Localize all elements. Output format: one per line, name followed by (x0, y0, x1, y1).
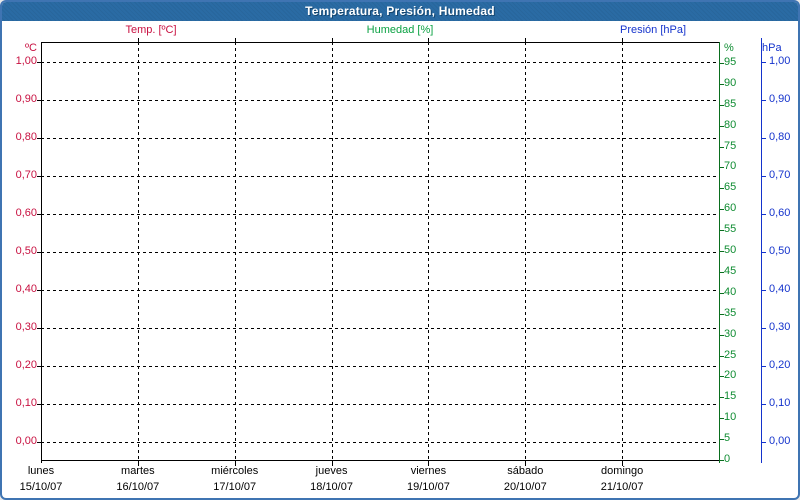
pressure-axis-tick-label: 0,60 (769, 207, 791, 219)
temp-axis-unit-label: ºC (25, 42, 37, 54)
humidity-axis-tick-label: 90 (724, 76, 737, 89)
humidity-axis-tick-label: 75 (724, 139, 737, 152)
pressure-axis-tick-label: 0,30 (769, 321, 791, 333)
humidity-axis-tick-label: 20 (724, 369, 737, 382)
pressure-axis-unit-label: hPa (762, 42, 782, 54)
humidity-axis-tick-label: 40 (724, 285, 737, 298)
temp-axis-tick-label: 0,90 (15, 93, 37, 105)
temp-axis-tick-label: 0,60 (15, 207, 37, 219)
x-axis-date-label: 20/10/07 (503, 481, 547, 493)
humidity-axis-tick-label: 85 (724, 97, 737, 110)
humidity-axis-tick-label: 55 (724, 223, 737, 236)
pressure-axis-tick-label: 0,00 (769, 435, 791, 447)
humidity-axis-tick-label: 45 (724, 264, 737, 277)
x-axis-date-label: 17/10/07 (213, 481, 257, 493)
temp-axis-tick-label: 0,80 (15, 131, 37, 143)
pressure-axis-tick-label: 0,90 (769, 93, 791, 105)
temp-axis-tick-label: 0,50 (15, 245, 37, 257)
humidity-axis-tick-label: 95 (724, 55, 737, 68)
x-axis-day-label: viernes (410, 465, 447, 477)
pressure-axis-tick-label: 0,20 (769, 359, 791, 371)
pressure-axis-tick-label: 0,40 (769, 283, 791, 295)
x-axis-day-label: jueves (315, 465, 348, 477)
pressure-axis-tick-label: 0,70 (769, 169, 791, 181)
humidity-axis-tick-label: 0 (724, 453, 731, 465)
temp-axis-tick-label: 1,00 (15, 55, 37, 67)
humidity-axis-tick-label: 25 (724, 348, 737, 361)
chart-window: Temperatura, Presión, Humedad Temp. [ºC]… (0, 0, 800, 500)
x-axis-day-label: lunes (27, 465, 55, 477)
humidity-axis-tick-label: 80 (724, 118, 737, 131)
pressure-axis-tick-label: 0,50 (769, 245, 791, 257)
pressure-axis-tick-label: 0,80 (769, 131, 791, 143)
humidity-axis-tick-label: 10 (724, 411, 737, 424)
chart-layer: Temperatura, Presión, Humedad Temp. [ºC]… (2, 2, 798, 498)
temp-axis-tick-label: 0,30 (15, 321, 37, 333)
temp-axis-tick-label: 0,20 (15, 359, 37, 371)
humidity-axis-tick-label: 70 (724, 160, 737, 173)
humidity-axis-tick-label: 5 (724, 432, 731, 445)
temp-axis-tick-label: 0,10 (15, 397, 37, 409)
x-axis-day-label: martes (121, 465, 155, 477)
x-axis-day-label: miércoles (211, 465, 259, 477)
temp-axis-tick-label: 0,40 (15, 283, 37, 295)
pressure-axis-tick-label: 0,10 (769, 397, 791, 409)
x-axis-date-label: 18/10/07 (310, 481, 353, 493)
x-axis-day-label: sábado (507, 465, 544, 477)
humidity-axis-tick-label: 60 (724, 202, 737, 215)
humidity-axis-tick-label: 50 (724, 244, 737, 256)
x-axis-date-label: 19/10/07 (407, 481, 450, 493)
humidity-axis-unit-label: % (724, 42, 734, 54)
humidity-axis-tick-label: 30 (724, 327, 737, 340)
humidity-axis-tick-label: 65 (724, 181, 737, 194)
temp-axis-tick-label: 0,00 (15, 435, 37, 447)
x-axis-day-label: domingo (601, 465, 644, 477)
humidity-axis-tick-label: 15 (724, 390, 737, 403)
chart-grid-canvas (37, 38, 766, 466)
pressure-axis-tick-label: 1,00 (769, 55, 791, 67)
x-axis-date-label: 16/10/07 (116, 481, 160, 493)
humidity-axis-tick-label: 35 (724, 306, 737, 319)
temp-axis-tick-label: 0,70 (15, 169, 37, 181)
x-axis-date-label: 21/10/07 (600, 481, 644, 493)
x-axis-date-label: 15/10/07 (19, 481, 63, 493)
